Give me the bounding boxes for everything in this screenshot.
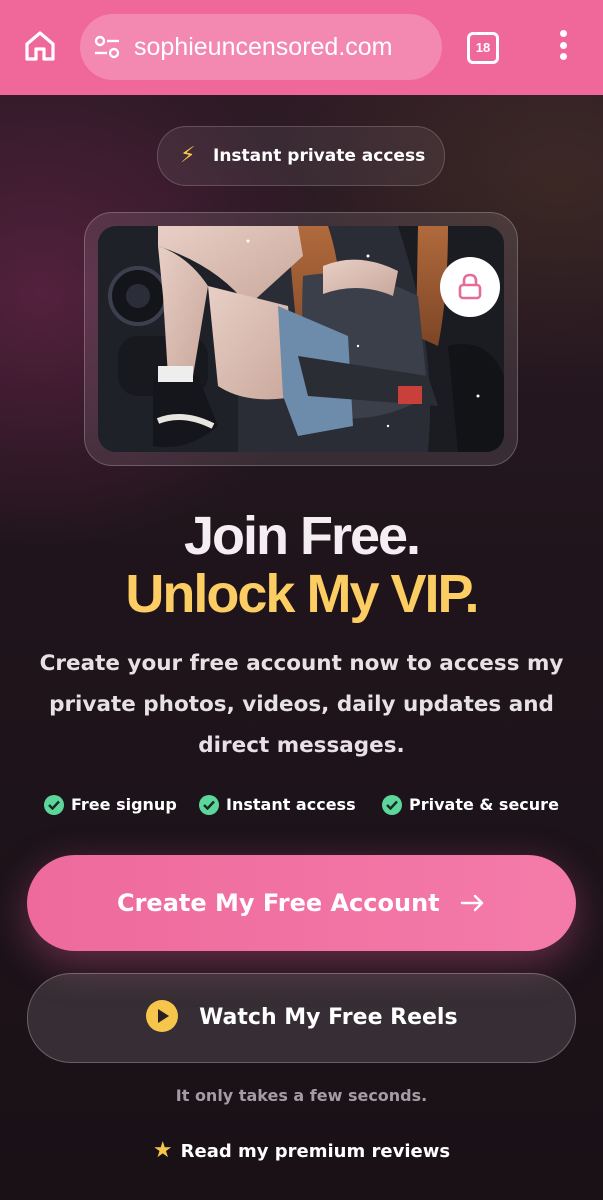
home-button[interactable] [22, 28, 58, 64]
preview-photo [98, 226, 504, 452]
tab-switcher-button[interactable]: 18 [467, 32, 499, 64]
watch-reels-label: Watch My Free Reels [199, 1005, 458, 1030]
star-icon: ★ [152, 1138, 173, 1163]
headline-unlock-vip: Unlock My VIP. [125, 564, 479, 624]
arrow-right-icon [460, 894, 484, 912]
badge-label: Instant private access [213, 146, 426, 166]
headline-join-free: Join Free. [183, 506, 421, 566]
create-account-label: Create My Free Account [116, 889, 440, 917]
watch-reels-button[interactable]: Watch My Free Reels [27, 973, 576, 1063]
lock-icon [458, 273, 482, 300]
feature-list: Free signup Instant access Private & sec… [0, 790, 603, 820]
signup-note: It only takes a few seconds. [175, 1086, 428, 1105]
site-settings-icon[interactable] [94, 35, 120, 59]
check-circle-icon [44, 795, 64, 815]
lightning-icon: ⚡ [180, 143, 196, 168]
url-text[interactable]: sophieuncensored.com [134, 14, 393, 80]
landing-page: ⚡ Instant private access Join Free. Unlo… [0, 95, 603, 1200]
instant-access-badge: ⚡ Instant private access [157, 126, 445, 186]
browser-toolbar: sophieuncensored.com 18 [0, 0, 603, 95]
overflow-menu-icon[interactable] [552, 30, 574, 64]
check-circle-icon [199, 795, 219, 815]
premium-reviews-link[interactable]: ★ Read my premium reviews [0, 1135, 603, 1168]
create-account-button[interactable]: Create My Free Account [27, 855, 576, 951]
check-circle-icon [382, 795, 402, 815]
preview-photo-frame[interactable] [84, 212, 518, 466]
play-circle-icon [146, 1000, 179, 1032]
reviews-label: Read my premium reviews [180, 1141, 451, 1162]
address-bar[interactable]: sophieuncensored.com [80, 14, 442, 80]
home-icon [25, 31, 55, 61]
lock-badge [440, 257, 500, 317]
description-text: Create your free account now to access m… [39, 651, 564, 758]
